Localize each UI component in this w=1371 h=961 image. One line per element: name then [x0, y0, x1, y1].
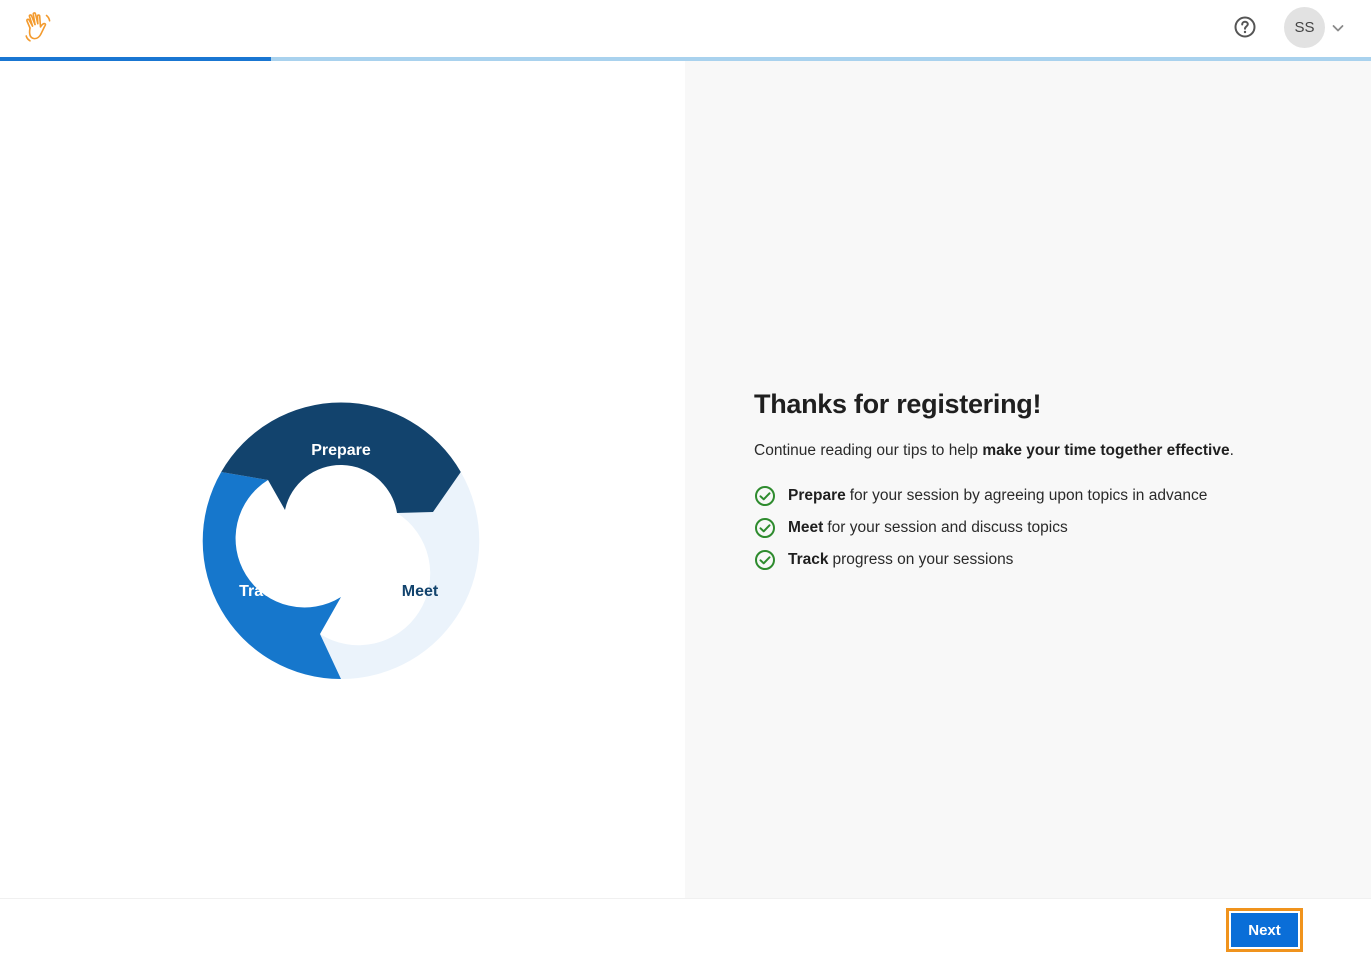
- header-bar: SS: [0, 0, 1371, 57]
- question-circle-icon[interactable]: [1233, 15, 1257, 39]
- tip-item-track: Track progress on your sessions: [754, 544, 1334, 576]
- tip-keyword: Prepare: [788, 487, 846, 504]
- prepare-meet-track-cycle-diagram: Prepare Meet Track: [202, 402, 480, 680]
- tip-item-prepare: Prepare for your session by agreeing upo…: [754, 480, 1334, 512]
- illustration-panel: Prepare Meet Track: [0, 61, 685, 898]
- tip-text: for your session and discuss topics: [827, 519, 1068, 536]
- tip-keyword: Track: [788, 551, 829, 568]
- cycle-label-meet: Meet: [402, 583, 439, 600]
- tips-list: Prepare for your session by agreeing upo…: [754, 480, 1334, 576]
- content-panel: Thanks for registering! Continue reading…: [685, 61, 1371, 898]
- intro-text-emphasis: make your time together effective: [982, 442, 1230, 459]
- cycle-label-track: Track: [239, 583, 281, 600]
- app-window: SS Prepare Meet Track Thanks for registe…: [0, 0, 1371, 961]
- footer-bar: Next: [0, 898, 1371, 961]
- tip-text: progress on your sessions: [832, 551, 1014, 568]
- tip-item-meet: Meet for your session and discuss topics: [754, 512, 1334, 544]
- intro-text-suffix: .: [1229, 442, 1234, 459]
- waving-hand-icon[interactable]: [22, 10, 54, 44]
- tip-text: for your session by agreeing upon topics…: [849, 487, 1208, 504]
- cycle-segment-track: [202, 472, 341, 680]
- check-circle-icon: [755, 486, 775, 506]
- welcome-content: Thanks for registering! Continue reading…: [754, 389, 1334, 576]
- chevron-down-icon[interactable]: [1331, 21, 1345, 35]
- tip-keyword: Meet: [788, 519, 824, 536]
- intro-text: Continue reading our tips to help make y…: [754, 442, 1334, 460]
- user-menu[interactable]: SS: [1284, 7, 1345, 48]
- check-circle-icon: [755, 550, 775, 570]
- intro-text-prefix: Continue reading our tips to help: [754, 442, 983, 459]
- check-circle-icon: [755, 518, 775, 538]
- next-button[interactable]: Next: [1226, 908, 1303, 952]
- avatar[interactable]: SS: [1284, 7, 1325, 48]
- cycle-label-prepare: Prepare: [311, 442, 371, 459]
- page-title: Thanks for registering!: [754, 389, 1042, 419]
